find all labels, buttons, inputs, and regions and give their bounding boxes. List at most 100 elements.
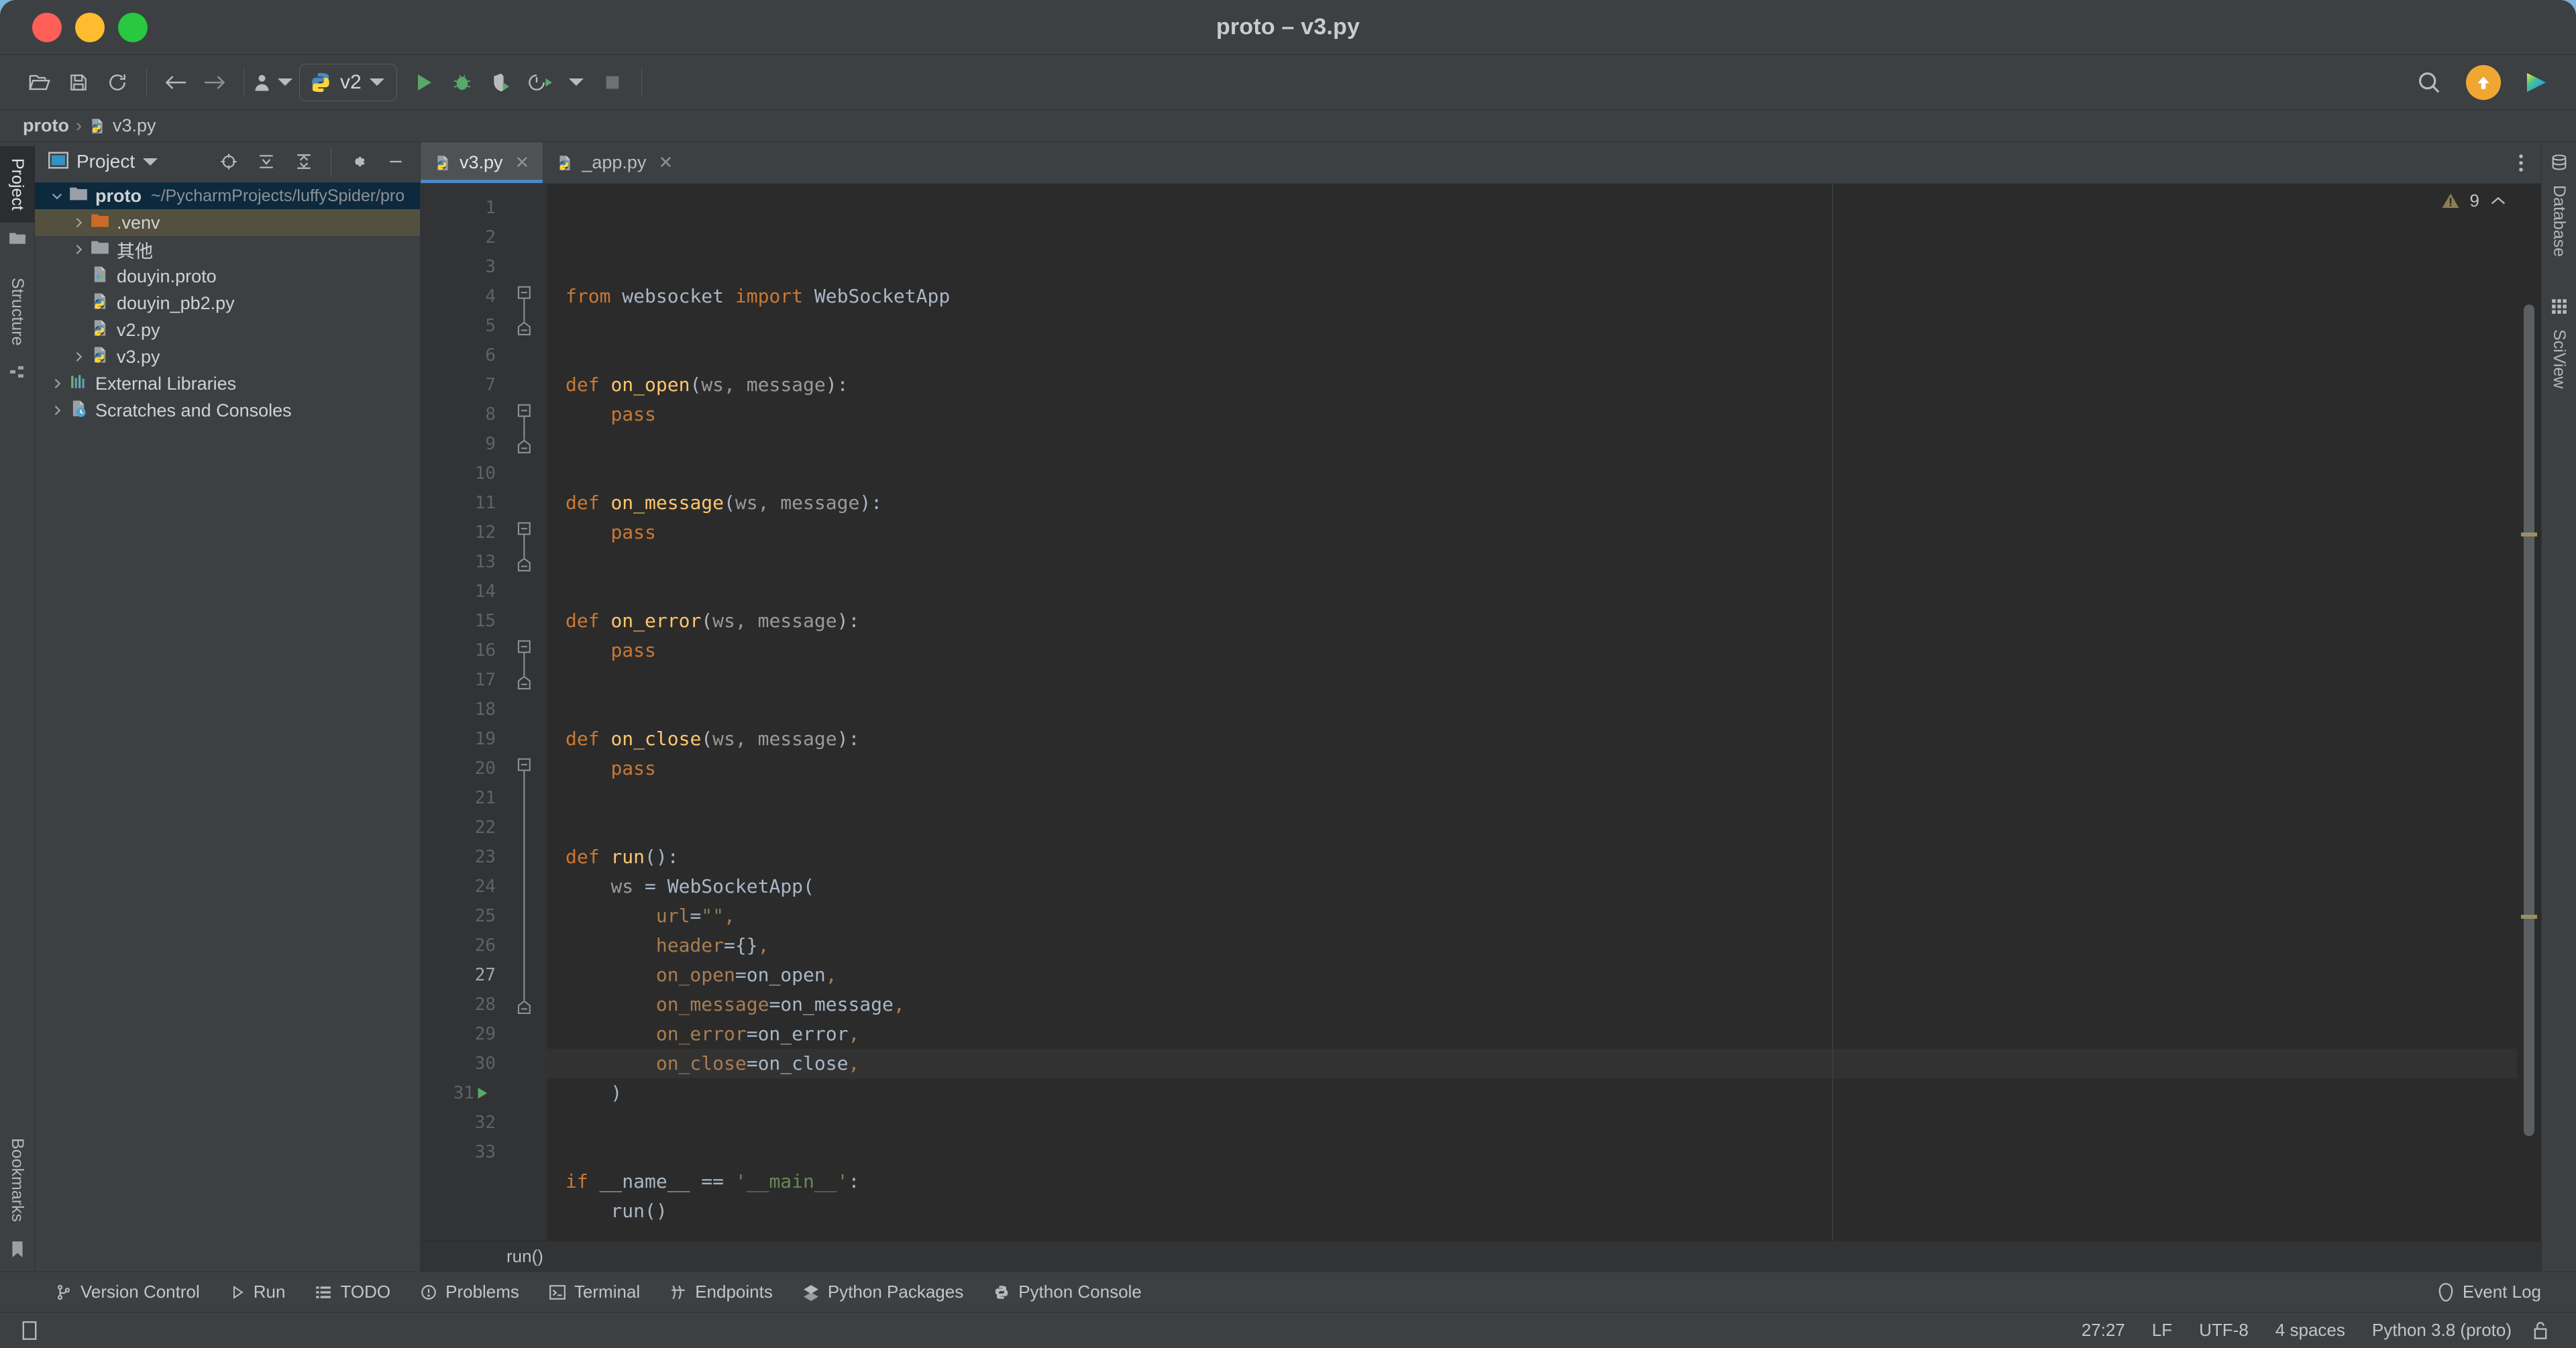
run-icon[interactable] — [404, 63, 443, 102]
breadcrumb-item-file[interactable]: v3.py — [89, 115, 156, 136]
select-opened-file-icon[interactable] — [214, 147, 244, 176]
code-line[interactable] — [547, 783, 2517, 813]
line-number[interactable]: 12 — [421, 518, 506, 547]
code-line[interactable] — [547, 1137, 2517, 1167]
close-icon[interactable]: ✕ — [658, 152, 673, 173]
code-line[interactable] — [547, 577, 2517, 606]
code-line[interactable]: ws = WebSocketApp( — [547, 872, 2517, 901]
chevron-down-icon[interactable] — [568, 78, 584, 86]
editor-options-icon[interactable] — [2501, 142, 2541, 183]
code-line[interactable]: def on_open(ws, message): — [547, 370, 2517, 400]
gear-icon[interactable] — [343, 147, 373, 176]
chevron-down-icon[interactable] — [47, 189, 67, 203]
fold-handle[interactable] — [506, 429, 547, 459]
code-line[interactable] — [547, 429, 2517, 459]
line-number[interactable]: 13 — [421, 547, 506, 577]
search-icon[interactable] — [2410, 63, 2449, 102]
tool-window-endpoints[interactable]: Endpoints — [655, 1272, 788, 1312]
line-number[interactable]: 28 — [421, 990, 506, 1019]
fold-handle[interactable] — [506, 665, 547, 695]
back-arrow-icon[interactable] — [156, 63, 195, 102]
line-number-gutter[interactable]: 1 2 3 4 5 6 7 8 9 10 11 12 13 14 15 16 17 18 19 20 21 22 23 24 2… — [421, 184, 506, 1241]
tool-window-run[interactable]: Run — [215, 1272, 301, 1312]
tree-item-douyin-pb2-py[interactable]: douyin_pb2.py — [35, 290, 420, 317]
line-number[interactable]: 1 — [421, 193, 506, 223]
line-number[interactable]: 33 — [421, 1137, 506, 1167]
expand-all-icon[interactable] — [252, 147, 281, 176]
tree-item-scratches-and-consoles[interactable]: Scratches and Consoles — [35, 397, 420, 424]
line-number[interactable]: 16 — [421, 636, 506, 665]
profiler-icon[interactable] — [521, 63, 559, 102]
fold-handle[interactable] — [506, 518, 547, 547]
code-line[interactable]: on_close=on_close, — [547, 1049, 2517, 1078]
line-number[interactable]: 2 — [421, 223, 506, 252]
code-folding-strip[interactable] — [506, 184, 547, 1241]
tool-window-terminal[interactable]: Terminal — [534, 1272, 655, 1312]
line-number[interactable]: 11 — [421, 488, 506, 518]
editor-tab-v3[interactable]: v3.py ✕ — [421, 142, 543, 183]
code-line[interactable]: if __name__ == '__main__': — [547, 1167, 2517, 1196]
unlocked-icon[interactable] — [2525, 1321, 2556, 1340]
code-line[interactable] — [547, 813, 2517, 842]
open-folder-icon[interactable] — [20, 63, 59, 102]
line-number[interactable]: 30 — [421, 1049, 506, 1078]
code-line[interactable]: on_error=on_error, — [547, 1019, 2517, 1049]
update-arrow-icon[interactable] — [2466, 64, 2501, 100]
line-number[interactable]: 27 — [421, 960, 506, 990]
chevron-right-icon[interactable] — [68, 243, 89, 256]
chevron-right-icon[interactable] — [68, 350, 89, 363]
line-number[interactable]: 8 — [421, 400, 506, 429]
sync-icon[interactable] — [98, 63, 137, 102]
line-number[interactable]: 22 — [421, 813, 506, 842]
line-number[interactable]: 20 — [421, 754, 506, 783]
collapse-all-icon[interactable] — [289, 147, 319, 176]
save-icon[interactable] — [59, 63, 98, 102]
line-number[interactable]: 10 — [421, 459, 506, 488]
forward-arrow-icon[interactable] — [195, 63, 234, 102]
tree-item-external-libraries[interactable]: External Libraries — [35, 370, 420, 397]
editor-scrollbar[interactable] — [2517, 184, 2541, 1241]
code-line[interactable] — [547, 665, 2517, 695]
scrollbar-thumb[interactable] — [2524, 304, 2534, 1136]
caret-position[interactable]: 27:27 — [2068, 1320, 2139, 1341]
line-number[interactable]: 5 — [421, 311, 506, 341]
line-number[interactable]: 6 — [421, 341, 506, 370]
profile-icon[interactable] — [254, 63, 292, 102]
code-line[interactable] — [547, 1226, 2517, 1241]
line-number[interactable]: 3 — [421, 252, 506, 282]
code-line[interactable]: header={}, — [547, 931, 2517, 960]
sidebar-item-bookmarks[interactable]: Bookmarks — [7, 1126, 27, 1234]
jetbrains-logo-icon[interactable] — [2517, 63, 2556, 102]
interpreter-selector[interactable]: Python 3.8 (proto) — [2359, 1320, 2525, 1341]
tree-item-proto[interactable]: proto ~/PycharmProjects/luffySpider/pro — [35, 182, 420, 209]
code-line[interactable] — [547, 311, 2517, 341]
line-number[interactable]: 31 — [421, 1078, 506, 1108]
line-number[interactable]: 17 — [421, 665, 506, 695]
toggle-toolwindow-icon[interactable] — [15, 1321, 44, 1341]
line-number[interactable]: 7 — [421, 370, 506, 400]
run-configuration-selector[interactable]: v2 — [299, 63, 397, 101]
fold-handle[interactable] — [506, 311, 547, 341]
code-line[interactable]: from websocket import WebSocketApp — [547, 282, 2517, 311]
tree-item-[interactable]: 其他 — [35, 236, 420, 263]
line-number[interactable]: 24 — [421, 872, 506, 901]
editor-tab-app[interactable]: _app.py ✕ — [543, 142, 686, 183]
sidebar-item-structure[interactable]: Structure — [7, 266, 27, 357]
line-number[interactable]: 19 — [421, 724, 506, 754]
code-line[interactable]: ) — [547, 1078, 2517, 1108]
project-tree[interactable]: proto ~/PycharmProjects/luffySpider/pro .v… — [35, 181, 420, 1272]
line-number[interactable]: 4 — [421, 282, 506, 311]
code-line[interactable]: def on_error(ws, message): — [547, 606, 2517, 636]
fold-handle[interactable] — [506, 400, 547, 429]
inspection-widget[interactable]: 9 — [2440, 190, 2508, 211]
line-number[interactable]: 23 — [421, 842, 506, 872]
tool-window-problems[interactable]: Problems — [405, 1272, 534, 1312]
file-encoding[interactable]: UTF-8 — [2186, 1320, 2262, 1341]
run-gutter-icon[interactable] — [474, 1086, 489, 1101]
fold-handle[interactable] — [506, 547, 547, 577]
line-number[interactable]: 14 — [421, 577, 506, 606]
line-number[interactable]: 25 — [421, 901, 506, 931]
code-line[interactable] — [547, 341, 2517, 370]
line-number[interactable]: 15 — [421, 606, 506, 636]
code-line[interactable]: on_open=on_open, — [547, 960, 2517, 990]
